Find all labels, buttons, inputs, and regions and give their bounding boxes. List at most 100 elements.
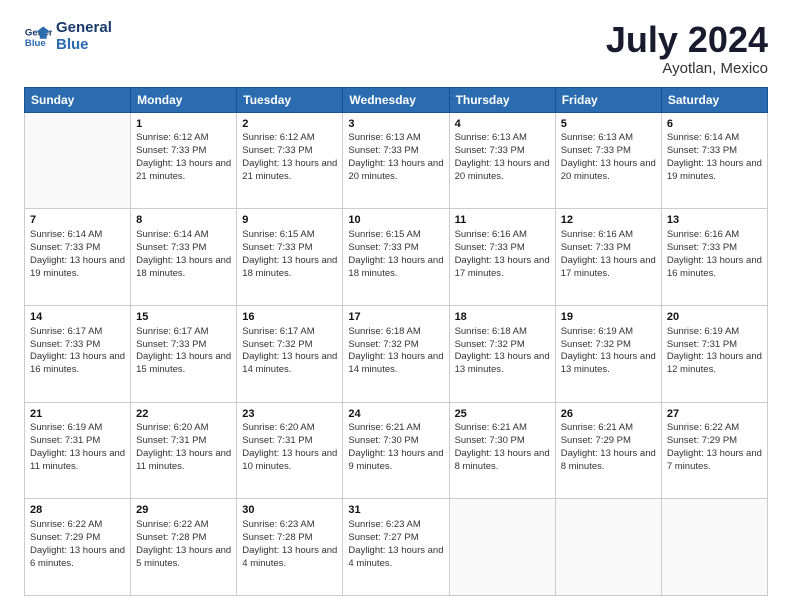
daylight-text: Daylight: 13 hours and 12 minutes. <box>667 351 762 375</box>
sunset-text: Sunset: 7:33 PM <box>30 242 100 253</box>
calendar-week-row: 28Sunrise: 6:22 AMSunset: 7:29 PMDayligh… <box>25 499 768 596</box>
calendar-cell: 18Sunrise: 6:18 AMSunset: 7:32 PMDayligh… <box>449 305 555 402</box>
sunrise-text: Sunrise: 6:13 AM <box>561 132 633 143</box>
sunrise-text: Sunrise: 6:21 AM <box>455 422 527 433</box>
sunrise-text: Sunrise: 6:12 AM <box>136 132 208 143</box>
calendar-cell: 11Sunrise: 6:16 AMSunset: 7:33 PMDayligh… <box>449 209 555 306</box>
calendar-cell: 25Sunrise: 6:21 AM Sunset: 7:30 PM Dayligh… <box>449 402 555 499</box>
sunrise-text: Sunrise: 6:22 AM <box>667 422 739 433</box>
sunrise-text: Sunrise: 6:23 AM <box>242 519 314 530</box>
sunrise-text: Sunrise: 6:17 AM <box>242 326 314 337</box>
calendar-weekday-saturday: Saturday <box>661 87 767 112</box>
calendar-week-row: 14Sunrise: 6:17 AMSunset: 7:33 PMDayligh… <box>25 305 768 402</box>
calendar-cell: 2Sunrise: 6:12 AMSunset: 7:33 PMDaylight… <box>237 112 343 209</box>
sunrise-text: Sunrise: 6:22 AM <box>136 519 208 530</box>
daylight-text: Daylight: 13 hours and 13 minutes. <box>455 351 550 375</box>
day-number: 22 <box>136 407 231 422</box>
sunset-text: Sunset: 7:33 PM <box>242 145 312 156</box>
logo-line2: Blue <box>56 37 112 54</box>
day-number: 1 <box>136 117 231 132</box>
sunset-text: Sunset: 7:30 PM <box>455 435 525 446</box>
title-block: July 2024 Ayotlan, Mexico <box>606 20 768 77</box>
sunrise-text: Sunrise: 6:12 AM <box>242 132 314 143</box>
calendar-week-row: 21Sunrise: 6:19 AMSunset: 7:31 PMDayligh… <box>25 402 768 499</box>
calendar-weekday-thursday: Thursday <box>449 87 555 112</box>
calendar-cell: 8Sunrise: 6:14 AMSunset: 7:33 PMDaylight… <box>131 209 237 306</box>
calendar-weekday-tuesday: Tuesday <box>237 87 343 112</box>
calendar-week-row: 7 Sunrise: 6:14 AM Sunset: 7:33 PM Daylight… <box>25 209 768 306</box>
sunset-text: Sunset: 7:27 PM <box>348 532 418 543</box>
daylight-text: Daylight: 13 hours and 16 minutes. <box>667 255 762 279</box>
calendar-cell: 30Sunrise: 6:23 AMSunset: 7:28 PMDayligh… <box>237 499 343 596</box>
daylight-text: Daylight: 13 hours and 20 minutes. <box>455 158 550 182</box>
calendar-cell: 31Sunrise: 6:23 AMSunset: 7:27 PMDayligh… <box>343 499 449 596</box>
sunrise-text: Sunrise: 6:19 AM <box>561 326 633 337</box>
sunset-text: Sunset: 7:31 PM <box>667 339 737 350</box>
daylight-text: Daylight: 13 hours and 17 minutes. <box>455 255 550 279</box>
calendar-cell: 26Sunrise: 6:21 AMSunset: 7:29 PMDayligh… <box>555 402 661 499</box>
daylight-text: Daylight: 13 hours and 8 minutes. <box>455 448 550 472</box>
header: General Blue General Blue July 2024 Ayot… <box>24 20 768 77</box>
sunset-text: Sunset: 7:33 PM <box>561 145 631 156</box>
calendar-cell: 10Sunrise: 6:15 AMSunset: 7:33 PMDayligh… <box>343 209 449 306</box>
day-number: 14 <box>30 310 125 325</box>
sunset-text: Sunset: 7:28 PM <box>136 532 206 543</box>
day-number: 2 <box>242 117 337 132</box>
calendar-cell: 28Sunrise: 6:22 AMSunset: 7:29 PMDayligh… <box>25 499 131 596</box>
sunset-text: Sunset: 7:28 PM <box>242 532 312 543</box>
calendar-cell: 23Sunrise: 6:20 AMSunset: 7:31 PMDayligh… <box>237 402 343 499</box>
sunrise-text: Sunrise: 6:14 AM <box>136 229 208 240</box>
sunrise-text: Sunrise: 6:18 AM <box>348 326 420 337</box>
sunrise-text: Sunrise: 6:16 AM <box>455 229 527 240</box>
sunrise-text: Sunrise: 6:17 AM <box>30 326 102 337</box>
calendar-cell: 3Sunrise: 6:13 AMSunset: 7:33 PMDaylight… <box>343 112 449 209</box>
sunrise-text: Sunrise: 6:16 AM <box>667 229 739 240</box>
day-number: 5 <box>561 117 656 132</box>
calendar-cell: 5Sunrise: 6:13 AMSunset: 7:33 PMDaylight… <box>555 112 661 209</box>
calendar-cell <box>555 499 661 596</box>
sunset-text: Sunset: 7:33 PM <box>136 242 206 253</box>
day-number: 17 <box>348 310 443 325</box>
daylight-text: Daylight: 13 hours and 21 minutes. <box>136 158 231 182</box>
sunrise-text: Sunrise: 6:13 AM <box>455 132 527 143</box>
daylight-text: Daylight: 13 hours and 5 minutes. <box>136 545 231 569</box>
daylight-text: Daylight: 13 hours and 18 minutes. <box>136 255 231 279</box>
svg-text:Blue: Blue <box>25 37 46 48</box>
daylight-text: Daylight: 13 hours and 8 minutes. <box>561 448 656 472</box>
sunset-text: Sunset: 7:30 PM <box>348 435 418 446</box>
logo: General Blue General Blue <box>24 20 112 53</box>
sunrise-text: Sunrise: 6:19 AM <box>667 326 739 337</box>
calendar-weekday-monday: Monday <box>131 87 237 112</box>
calendar-cell: 17Sunrise: 6:18 AMSunset: 7:32 PMDayligh… <box>343 305 449 402</box>
calendar-table: SundayMondayTuesdayWednesdayThursdayFrid… <box>24 87 768 596</box>
calendar-cell: 20Sunrise: 6:19 AMSunset: 7:31 PMDayligh… <box>661 305 767 402</box>
day-number: 27 <box>667 407 762 422</box>
calendar-cell: 27Sunrise: 6:22 AMSunset: 7:29 PMDayligh… <box>661 402 767 499</box>
calendar-weekday-sunday: Sunday <box>25 87 131 112</box>
sunrise-text: Sunrise: 6:16 AM <box>561 229 633 240</box>
sunset-text: Sunset: 7:31 PM <box>136 435 206 446</box>
calendar-weekday-friday: Friday <box>555 87 661 112</box>
calendar-cell: 29Sunrise: 6:22 AM Sunset: 7:28 PM Dayligh… <box>131 499 237 596</box>
calendar-week-row: 1Sunrise: 6:12 AMSunset: 7:33 PMDaylight… <box>25 112 768 209</box>
day-number: 9 <box>242 213 337 228</box>
month-title: July 2024 <box>606 20 768 60</box>
day-number: 21 <box>30 407 125 422</box>
sunset-text: Sunset: 7:33 PM <box>455 242 525 253</box>
calendar-cell: 19Sunrise: 6:19 AMSunset: 7:32 PMDayligh… <box>555 305 661 402</box>
sunset-text: Sunset: 7:32 PM <box>455 339 525 350</box>
logo-icon: General Blue <box>24 23 52 51</box>
sunset-text: Sunset: 7:32 PM <box>561 339 631 350</box>
daylight-text: Daylight: 13 hours and 15 minutes. <box>136 351 231 375</box>
day-number: 7 <box>30 213 125 228</box>
calendar-cell: 16Sunrise: 6:17 AMSunset: 7:32 PMDayligh… <box>237 305 343 402</box>
sunrise-text: Sunrise: 6:17 AM <box>136 326 208 337</box>
calendar-cell: 24Sunrise: 6:21 AMSunset: 7:30 PMDayligh… <box>343 402 449 499</box>
calendar-cell <box>449 499 555 596</box>
day-number: 28 <box>30 503 125 518</box>
sunset-text: Sunset: 7:33 PM <box>242 242 312 253</box>
daylight-text: Daylight: 13 hours and 6 minutes. <box>30 545 125 569</box>
day-number: 30 <box>242 503 337 518</box>
day-number: 29 <box>136 503 231 518</box>
day-number: 25 <box>455 407 550 422</box>
